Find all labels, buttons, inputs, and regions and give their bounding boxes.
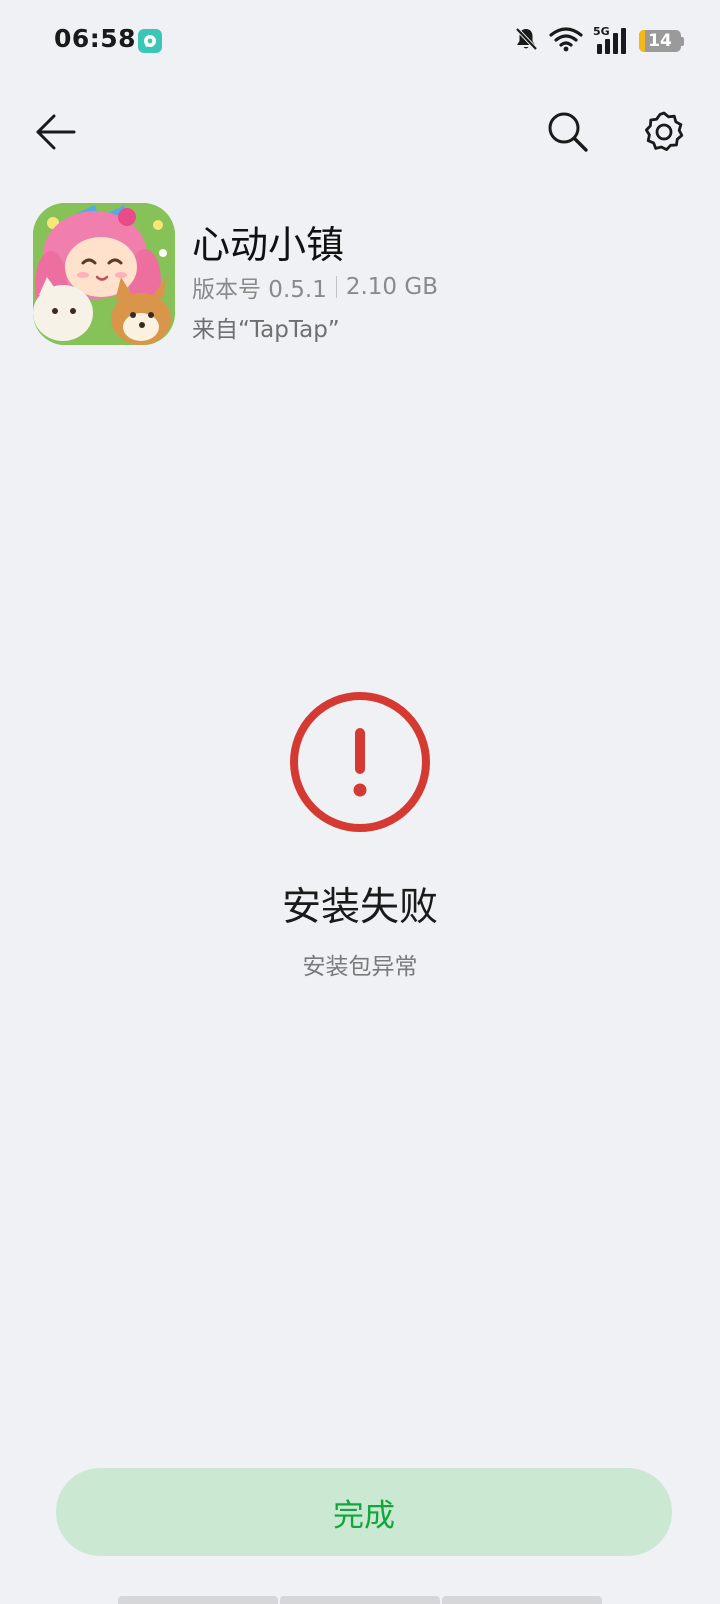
settings-button[interactable] xyxy=(640,108,688,156)
status-bar: 06:58 5G 14 xyxy=(0,0,720,82)
muted-bell-icon xyxy=(513,26,539,56)
app-version: 版本号 0.5.1 xyxy=(192,277,327,303)
back-button[interactable] xyxy=(32,108,80,156)
search-icon xyxy=(548,112,588,152)
installer-screen: 06:58 5G 14 心动小镇 版本号 0.5.1 2.10 GB 来自“Ta… xyxy=(0,0,720,1604)
status-time: 06:58 xyxy=(54,24,137,53)
install-status-title: 安装失败 xyxy=(281,885,438,930)
meta-divider xyxy=(335,276,337,298)
app-source: 来自“TapTap” xyxy=(192,317,340,343)
wifi-icon xyxy=(549,26,583,56)
install-status-message: 安装包异常 xyxy=(302,954,418,980)
app-meta: 版本号 0.5.1 2.10 GB xyxy=(192,270,438,304)
battery-icon: 14 xyxy=(639,30,684,52)
gesture-navigation-bar[interactable] xyxy=(118,1596,602,1604)
status-indicators: 5G 14 xyxy=(513,25,684,56)
battery-level: 14 xyxy=(648,31,672,51)
back-arrow-icon xyxy=(36,114,76,150)
notification-app-icon xyxy=(138,29,162,53)
app-icon xyxy=(33,203,175,345)
error-exclamation-icon xyxy=(286,688,434,836)
search-button[interactable] xyxy=(544,108,592,156)
cellular-signal-icon: 5G xyxy=(593,25,629,55)
app-name: 心动小镇 xyxy=(192,223,345,267)
app-size: 2.10 GB xyxy=(345,274,438,300)
done-button[interactable]: 完成 xyxy=(56,1468,672,1556)
gear-icon xyxy=(645,111,684,151)
